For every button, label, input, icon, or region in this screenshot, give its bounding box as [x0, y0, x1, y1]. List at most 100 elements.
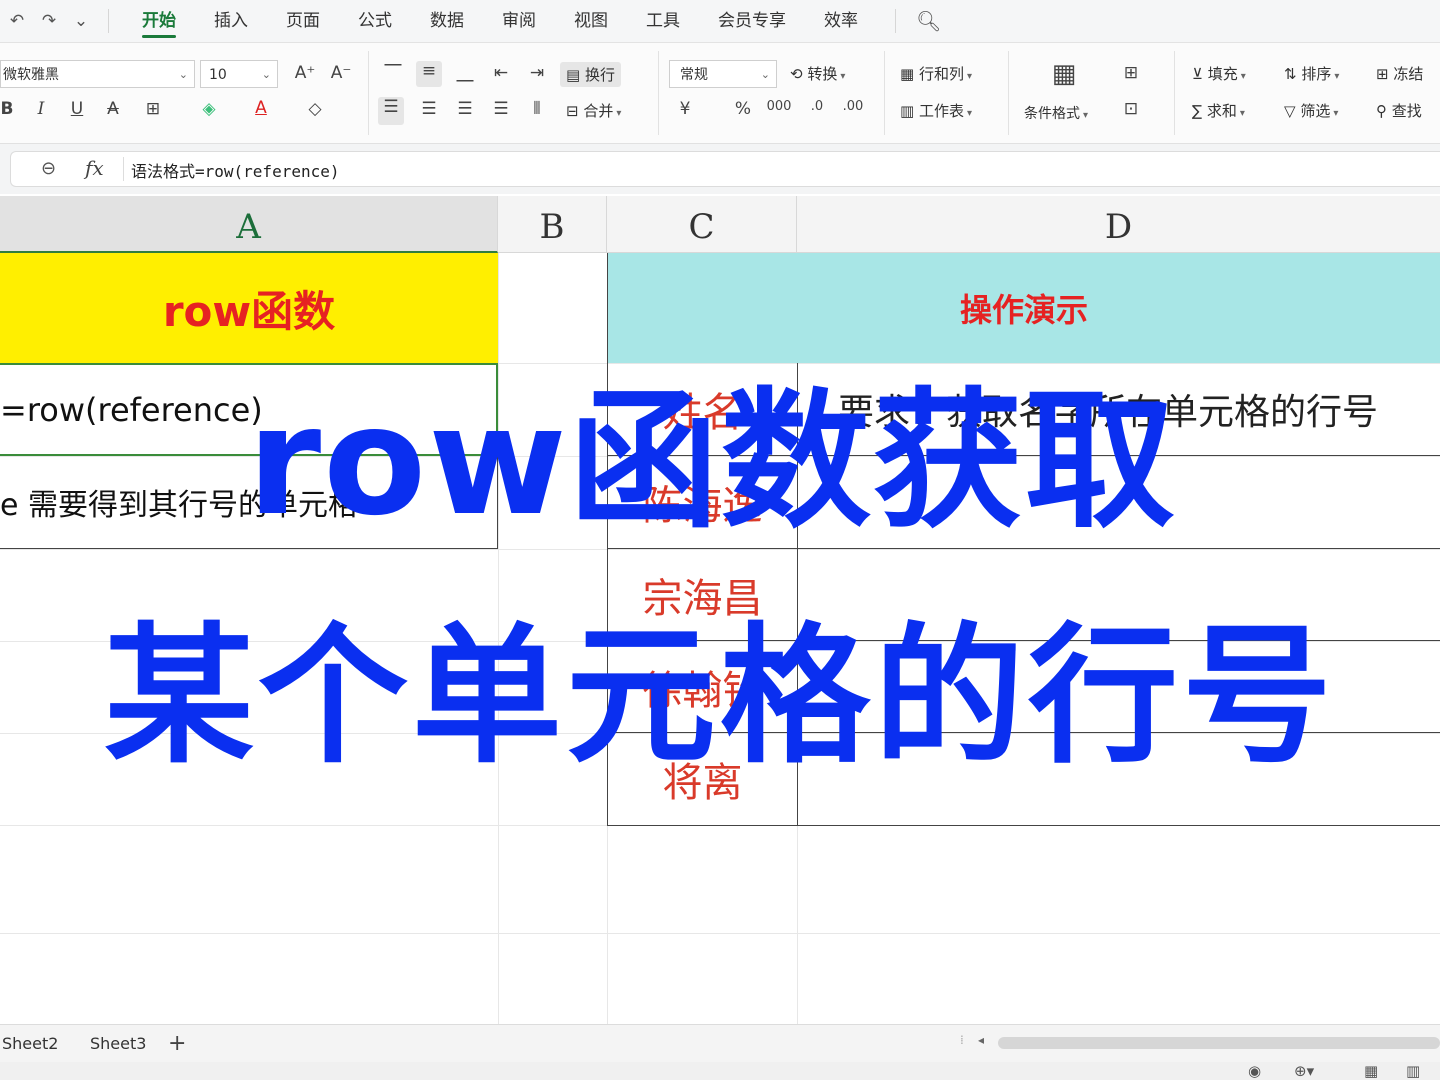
borders-icon[interactable]: ⊞ [140, 99, 166, 119]
freeze-icon: ⊞ [1376, 65, 1389, 83]
fill-color-icon[interactable]: ◈ [196, 99, 222, 119]
italic-icon[interactable]: I [28, 99, 54, 119]
undo-icon[interactable]: ↶ [8, 11, 26, 31]
chevron-down-icon: ▾ [1333, 108, 1339, 119]
column-header-d[interactable]: D [797, 196, 1440, 253]
align-left-icon[interactable]: ☰ [378, 97, 404, 125]
justify-icon[interactable]: ☰ [488, 99, 514, 119]
strikethrough-icon[interactable]: A [100, 99, 126, 119]
convert-label: 转换 [807, 65, 838, 83]
worksheet-icon: ▥ [900, 102, 915, 120]
chevron-down-icon: ▾ [1083, 110, 1089, 121]
currency-icon[interactable]: ¥ [672, 99, 698, 119]
fill-button[interactable]: ⊻ 填充 ▾ [1192, 63, 1246, 84]
increase-decimal-icon[interactable]: .0 [804, 99, 830, 114]
font-color-icon[interactable]: A [248, 98, 274, 118]
column-header-c[interactable]: C [607, 196, 797, 253]
customize-chevron-icon[interactable]: ⌄ [72, 11, 90, 31]
ribbon-divider [368, 51, 369, 135]
fill-label: 填充 [1207, 65, 1238, 83]
thousands-icon[interactable]: 000 [766, 99, 792, 114]
ribbon-tabs: 开始 插入 页面 公式 数据 审阅 视图 工具 会员专享 效率 [123, 0, 877, 42]
clear-format-icon[interactable]: ◇ [302, 99, 328, 119]
filter-button[interactable]: ▽ 筛选 ▾ [1284, 100, 1338, 121]
horizontal-scrollbar[interactable] [998, 1037, 1440, 1049]
function-icon[interactable]: fx [85, 156, 104, 180]
chevron-down-icon: ▾ [1334, 71, 1340, 82]
cell-style-icon[interactable]: ⊞ [1118, 63, 1144, 83]
cell-border-icon[interactable]: ⊡ [1118, 99, 1144, 119]
sort-button[interactable]: ⇅ 排序 ▾ [1284, 63, 1339, 84]
menu-bar: ↶ ↷ ⌄ 开始 插入 页面 公式 数据 审阅 视图 工具 会员专享 效率 🔍︎ [0, 0, 1440, 43]
redo-icon[interactable]: ↷ [40, 11, 58, 31]
chevron-down-icon: ⌄ [178, 68, 188, 81]
increase-indent-icon[interactable]: ⇥ [524, 63, 550, 83]
bold-icon[interactable]: B [0, 99, 20, 119]
zoom-icon[interactable]: ⊖ [41, 158, 56, 179]
rows-columns-button[interactable]: ▦ 行和列 ▾ [900, 63, 972, 84]
tab-review[interactable]: 审阅 [483, 0, 555, 42]
wrap-text-button[interactable]: ▤ 换行 [560, 62, 621, 87]
sheet-tab-sheet3[interactable]: Sheet3 [90, 1025, 146, 1063]
tab-tools[interactable]: 工具 [627, 0, 699, 42]
search-icon[interactable]: 🔍︎ [916, 9, 941, 33]
sum-button[interactable]: ∑ 求和 ▾ [1192, 100, 1245, 121]
percent-icon[interactable]: % [730, 99, 756, 119]
tab-formulas[interactable]: 公式 [339, 0, 411, 42]
align-bottom-icon[interactable]: ⎽ [452, 63, 478, 83]
font-size-select[interactable]: 10 ⌄ [200, 60, 278, 88]
conditional-format-button[interactable]: 条件格式 ▾ [1024, 103, 1088, 123]
formula-content[interactable]: 语法格式=row(reference) [131, 158, 340, 182]
view-mode-icon[interactable]: ⊕▾ [1294, 1062, 1314, 1080]
tab-view[interactable]: 视图 [555, 0, 627, 42]
tab-member[interactable]: 会员专享 [699, 0, 805, 42]
sheet-tab-sheet2[interactable]: Sheet2 [2, 1025, 58, 1063]
quick-access-toolbar: ↶ ↷ ⌄ [8, 11, 90, 31]
distributed-icon[interactable]: ⫴ [524, 99, 550, 119]
align-middle-icon[interactable]: ≡ [416, 61, 442, 87]
tab-page[interactable]: 页面 [267, 0, 339, 42]
increase-font-icon[interactable]: A⁺ [292, 63, 318, 83]
decrease-decimal-icon[interactable]: .00 [840, 99, 866, 114]
merge-icon: ⊟ [566, 102, 579, 120]
column-header-a[interactable]: A [0, 196, 498, 253]
menu-separator [895, 9, 896, 33]
underline-icon[interactable]: U [64, 99, 90, 119]
convert-icon: ⟲ [790, 65, 803, 83]
find-button[interactable]: ⚲ 查找 [1376, 100, 1422, 121]
add-sheet-icon[interactable]: + [168, 1025, 186, 1063]
sum-label: 求和 [1206, 102, 1237, 120]
freeze-button[interactable]: ⊞ 冻结 [1376, 63, 1423, 84]
page-layout-icon[interactable]: ▥ [1406, 1062, 1420, 1080]
tab-efficiency[interactable]: 效率 [805, 0, 877, 42]
overlay-title-line2: 某个单元格的行号 [103, 610, 1336, 784]
align-right-icon[interactable]: ☰ [452, 99, 478, 119]
find-icon: ⚲ [1376, 102, 1387, 120]
normal-view-icon[interactable]: ▦ [1364, 1062, 1378, 1080]
conditional-format-label: 条件格式 [1024, 106, 1080, 122]
chevron-down-icon: ▾ [966, 71, 973, 82]
tab-insert[interactable]: 插入 [195, 0, 267, 42]
chevron-down-icon: ▾ [966, 108, 973, 119]
decrease-indent-icon[interactable]: ⇤ [488, 63, 514, 83]
eye-protection-icon[interactable]: ◉ [1248, 1062, 1261, 1080]
filter-icon: ▽ [1284, 102, 1296, 120]
worksheet-button[interactable]: ▥ 工作表 ▾ [900, 100, 972, 121]
number-format-value: 常规 [680, 67, 708, 83]
chevron-down-icon: ⌄ [760, 68, 770, 81]
ribbon-divider [1008, 51, 1009, 135]
conditional-format-icon[interactable]: ▦ [1048, 59, 1080, 89]
formula-input-box[interactable]: ⊖ fx 语法格式=row(reference) [10, 151, 1440, 187]
align-center-icon[interactable]: ☰ [416, 99, 442, 119]
filter-label: 筛选 [1300, 102, 1331, 120]
align-top-icon[interactable]: ⎺ [380, 63, 406, 83]
merge-button[interactable]: ⊟ 合并 ▾ [566, 100, 621, 121]
scroll-left-icon[interactable]: ◂ [978, 1033, 984, 1047]
number-format-select[interactable]: 常规 ⌄ [669, 60, 777, 88]
font-name-select[interactable]: 微软雅黑 ⌄ [0, 60, 195, 88]
convert-button[interactable]: ⟲ 转换 ▾ [790, 63, 845, 84]
tab-home[interactable]: 开始 [123, 0, 195, 42]
column-header-b[interactable]: B [498, 196, 607, 253]
tab-data[interactable]: 数据 [411, 0, 483, 42]
decrease-font-icon[interactable]: A⁻ [328, 63, 354, 83]
